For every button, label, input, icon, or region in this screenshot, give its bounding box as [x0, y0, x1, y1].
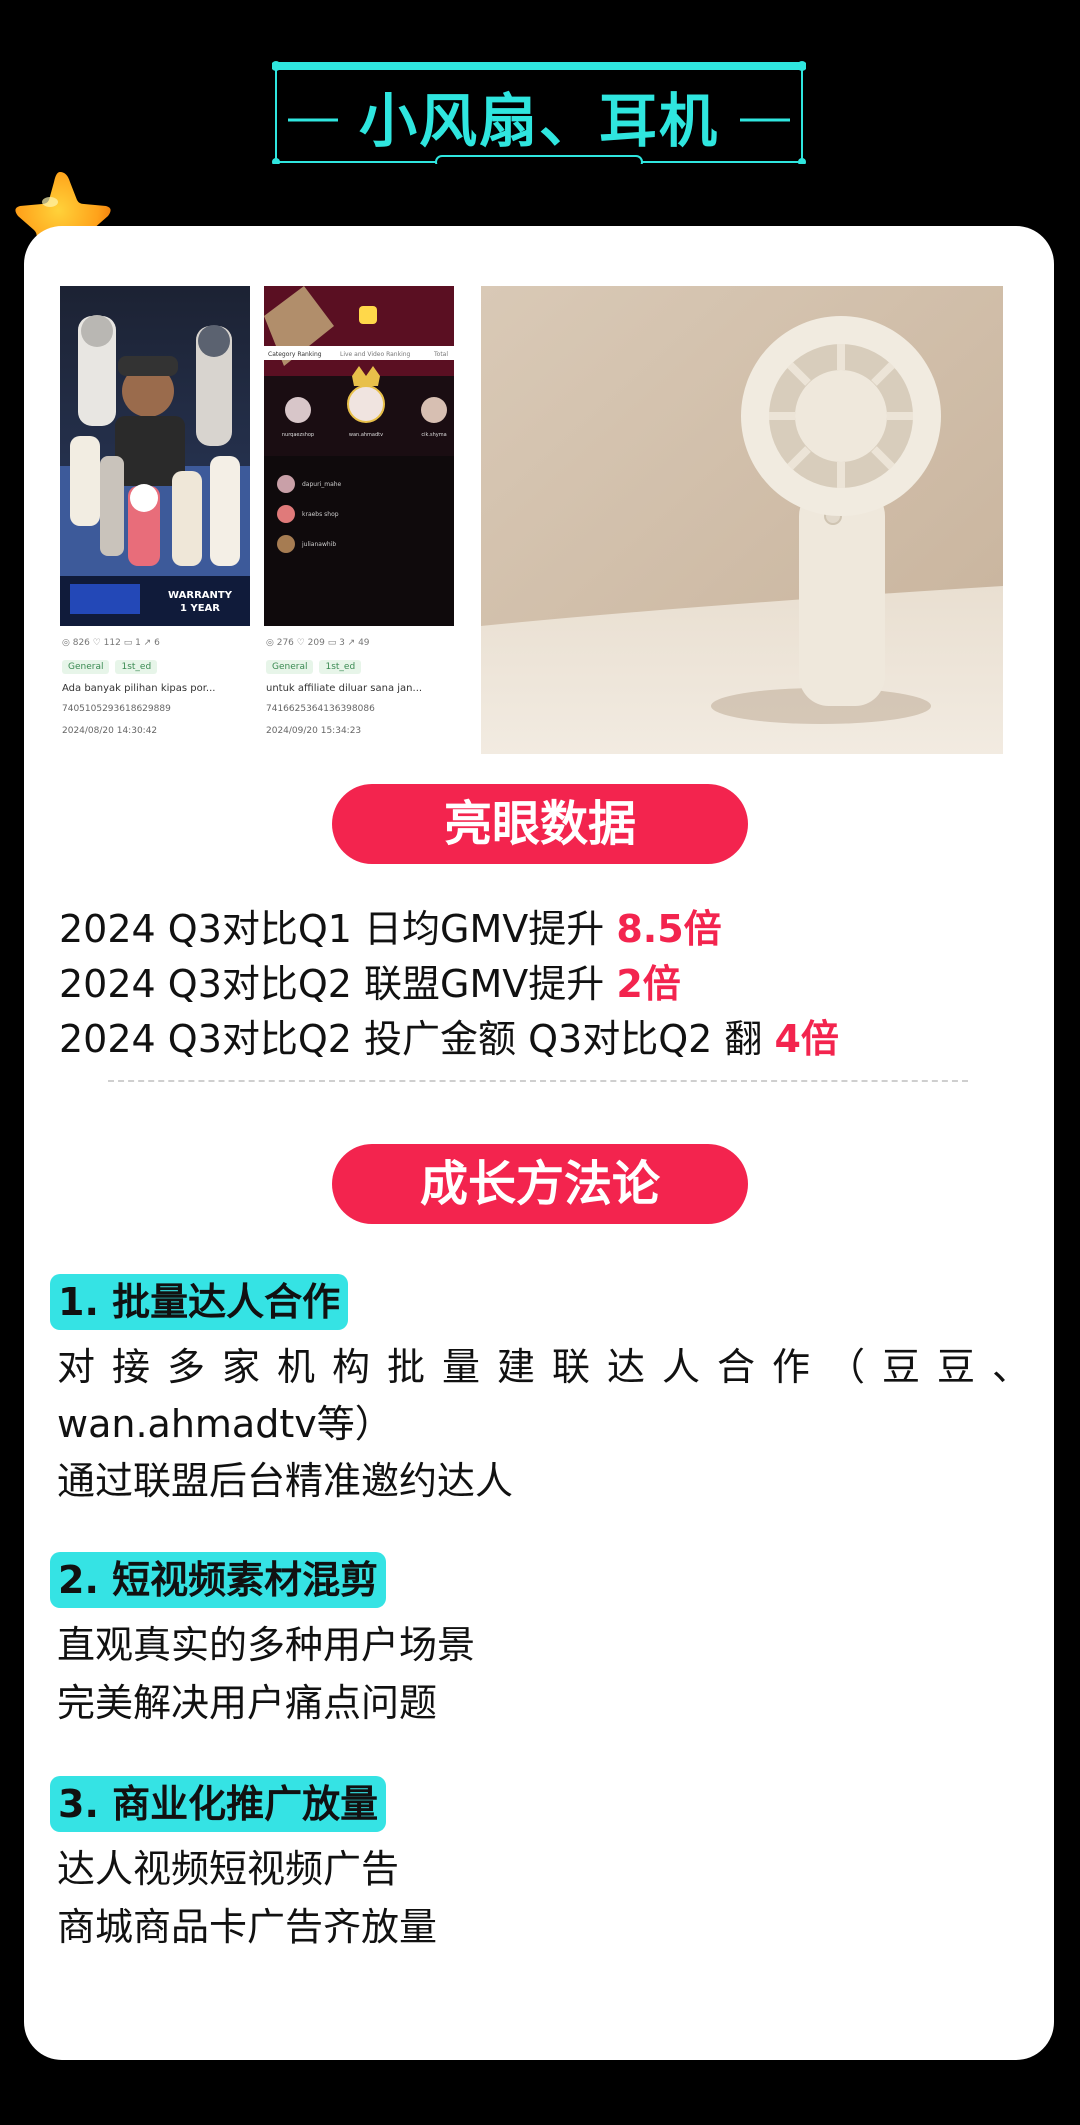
svg-text:dapuri_mahe: dapuri_mahe: [302, 481, 342, 488]
section-2-line-1: 直观真实的多种用户场景: [57, 1623, 476, 1667]
header-banner: 小风扇、耳机: [272, 60, 806, 164]
tab-category-ranking: Category Ranking: [268, 351, 322, 358]
product-video-frame: WARRANTY 1 YEAR: [60, 286, 250, 626]
svg-text:1 YEAR: 1 YEAR: [180, 603, 220, 614]
app-screenshot-2: Category Ranking Live and Video Ranking …: [264, 286, 454, 754]
video-time: 2024/08/20 14:30:42: [62, 726, 158, 736]
video-stats: ◎ 276 ♡ 209 ▭ 3 ↗ 49: [266, 638, 370, 648]
methodology-heading: 成长方法论: [332, 1144, 748, 1224]
section-2-line-2: 完美解决用户痛点问题: [57, 1681, 438, 1725]
video-id: 7416625364136398086: [266, 704, 375, 714]
video-meta: ◎ 276 ♡ 209 ▭ 3 ↗ 49 General 1st_ed untuk…: [264, 626, 454, 754]
stat-line-2: 2024 Q3对比Q2 联盟GMV提升 2倍: [59, 962, 681, 1006]
svg-text:kraebs shop: kraebs shop: [302, 511, 339, 518]
divider: [108, 1080, 968, 1082]
ranking-frame: Category Ranking Live and Video Ranking …: [264, 286, 454, 626]
section-heading-3: 3. 商业化推广放量: [50, 1776, 387, 1832]
video-description: untuk affiliate diluar sana jan...: [266, 683, 423, 694]
stat-line-3: 2024 Q3对比Q2 投广金额 Q3对比Q2 翻 4倍: [59, 1017, 839, 1061]
svg-text:nurqaezshop: nurqaezshop: [282, 432, 314, 438]
tab-live-video: Live and Video Ranking: [340, 351, 411, 358]
stat-value: 4倍: [774, 1017, 839, 1061]
section-1-line-1: 对接多家机构批量建联达人合作（豆豆、: [57, 1345, 1048, 1389]
tag-general: General: [266, 660, 314, 674]
svg-text:cik.shyma: cik.shyma: [421, 432, 446, 438]
stat-value: 2倍: [616, 962, 681, 1006]
handheld-fan-photo: [481, 286, 1003, 754]
stat-line-1: 2024 Q3对比Q1 日均GMV提升 8.5倍: [59, 907, 722, 951]
section-1-line-2: wan.ahmadtv等）: [57, 1402, 393, 1446]
tab-total: Total: [433, 351, 448, 358]
app-screenshot-1: WARRANTY 1 YEAR ◎ 826 ♡ 112 ▭ 1 ↗ 6 Gene…: [60, 286, 250, 754]
highlights-heading: 亮眼数据: [332, 784, 748, 864]
svg-text:julianawhib: julianawhib: [301, 541, 336, 548]
section-3-line-1: 达人视频短视频广告: [57, 1847, 400, 1891]
section-heading-1: 1. 批量达人合作: [50, 1274, 349, 1330]
video-time: 2024/09/20 15:34:23: [266, 726, 362, 736]
tag-first-ed: 1st_ed: [115, 660, 158, 674]
tag-general: General: [62, 660, 110, 674]
section-heading-2: 2. 短视频素材混剪: [50, 1552, 387, 1608]
stat-value: 8.5倍: [616, 907, 722, 951]
svg-text:wan.ahmadtv: wan.ahmadtv: [349, 432, 383, 438]
section-3-line-2: 商城商品卡广告齐放量: [57, 1905, 438, 1949]
video-meta: ◎ 826 ♡ 112 ▭ 1 ↗ 6 General 1st_ed Ada ba…: [60, 626, 250, 754]
video-description: Ada banyak pilihan kipas por...: [62, 683, 216, 694]
video-id: 7405105293618629889: [62, 704, 171, 714]
warranty-banner: WARRANTY: [168, 590, 233, 601]
tag-first-ed: 1st_ed: [319, 660, 362, 674]
section-1-line-3: 通过联盟后台精准邀约达人: [57, 1459, 514, 1503]
page-title: 小风扇、耳机: [358, 87, 719, 155]
video-stats: ◎ 826 ♡ 112 ▭ 1 ↗ 6: [62, 638, 160, 648]
